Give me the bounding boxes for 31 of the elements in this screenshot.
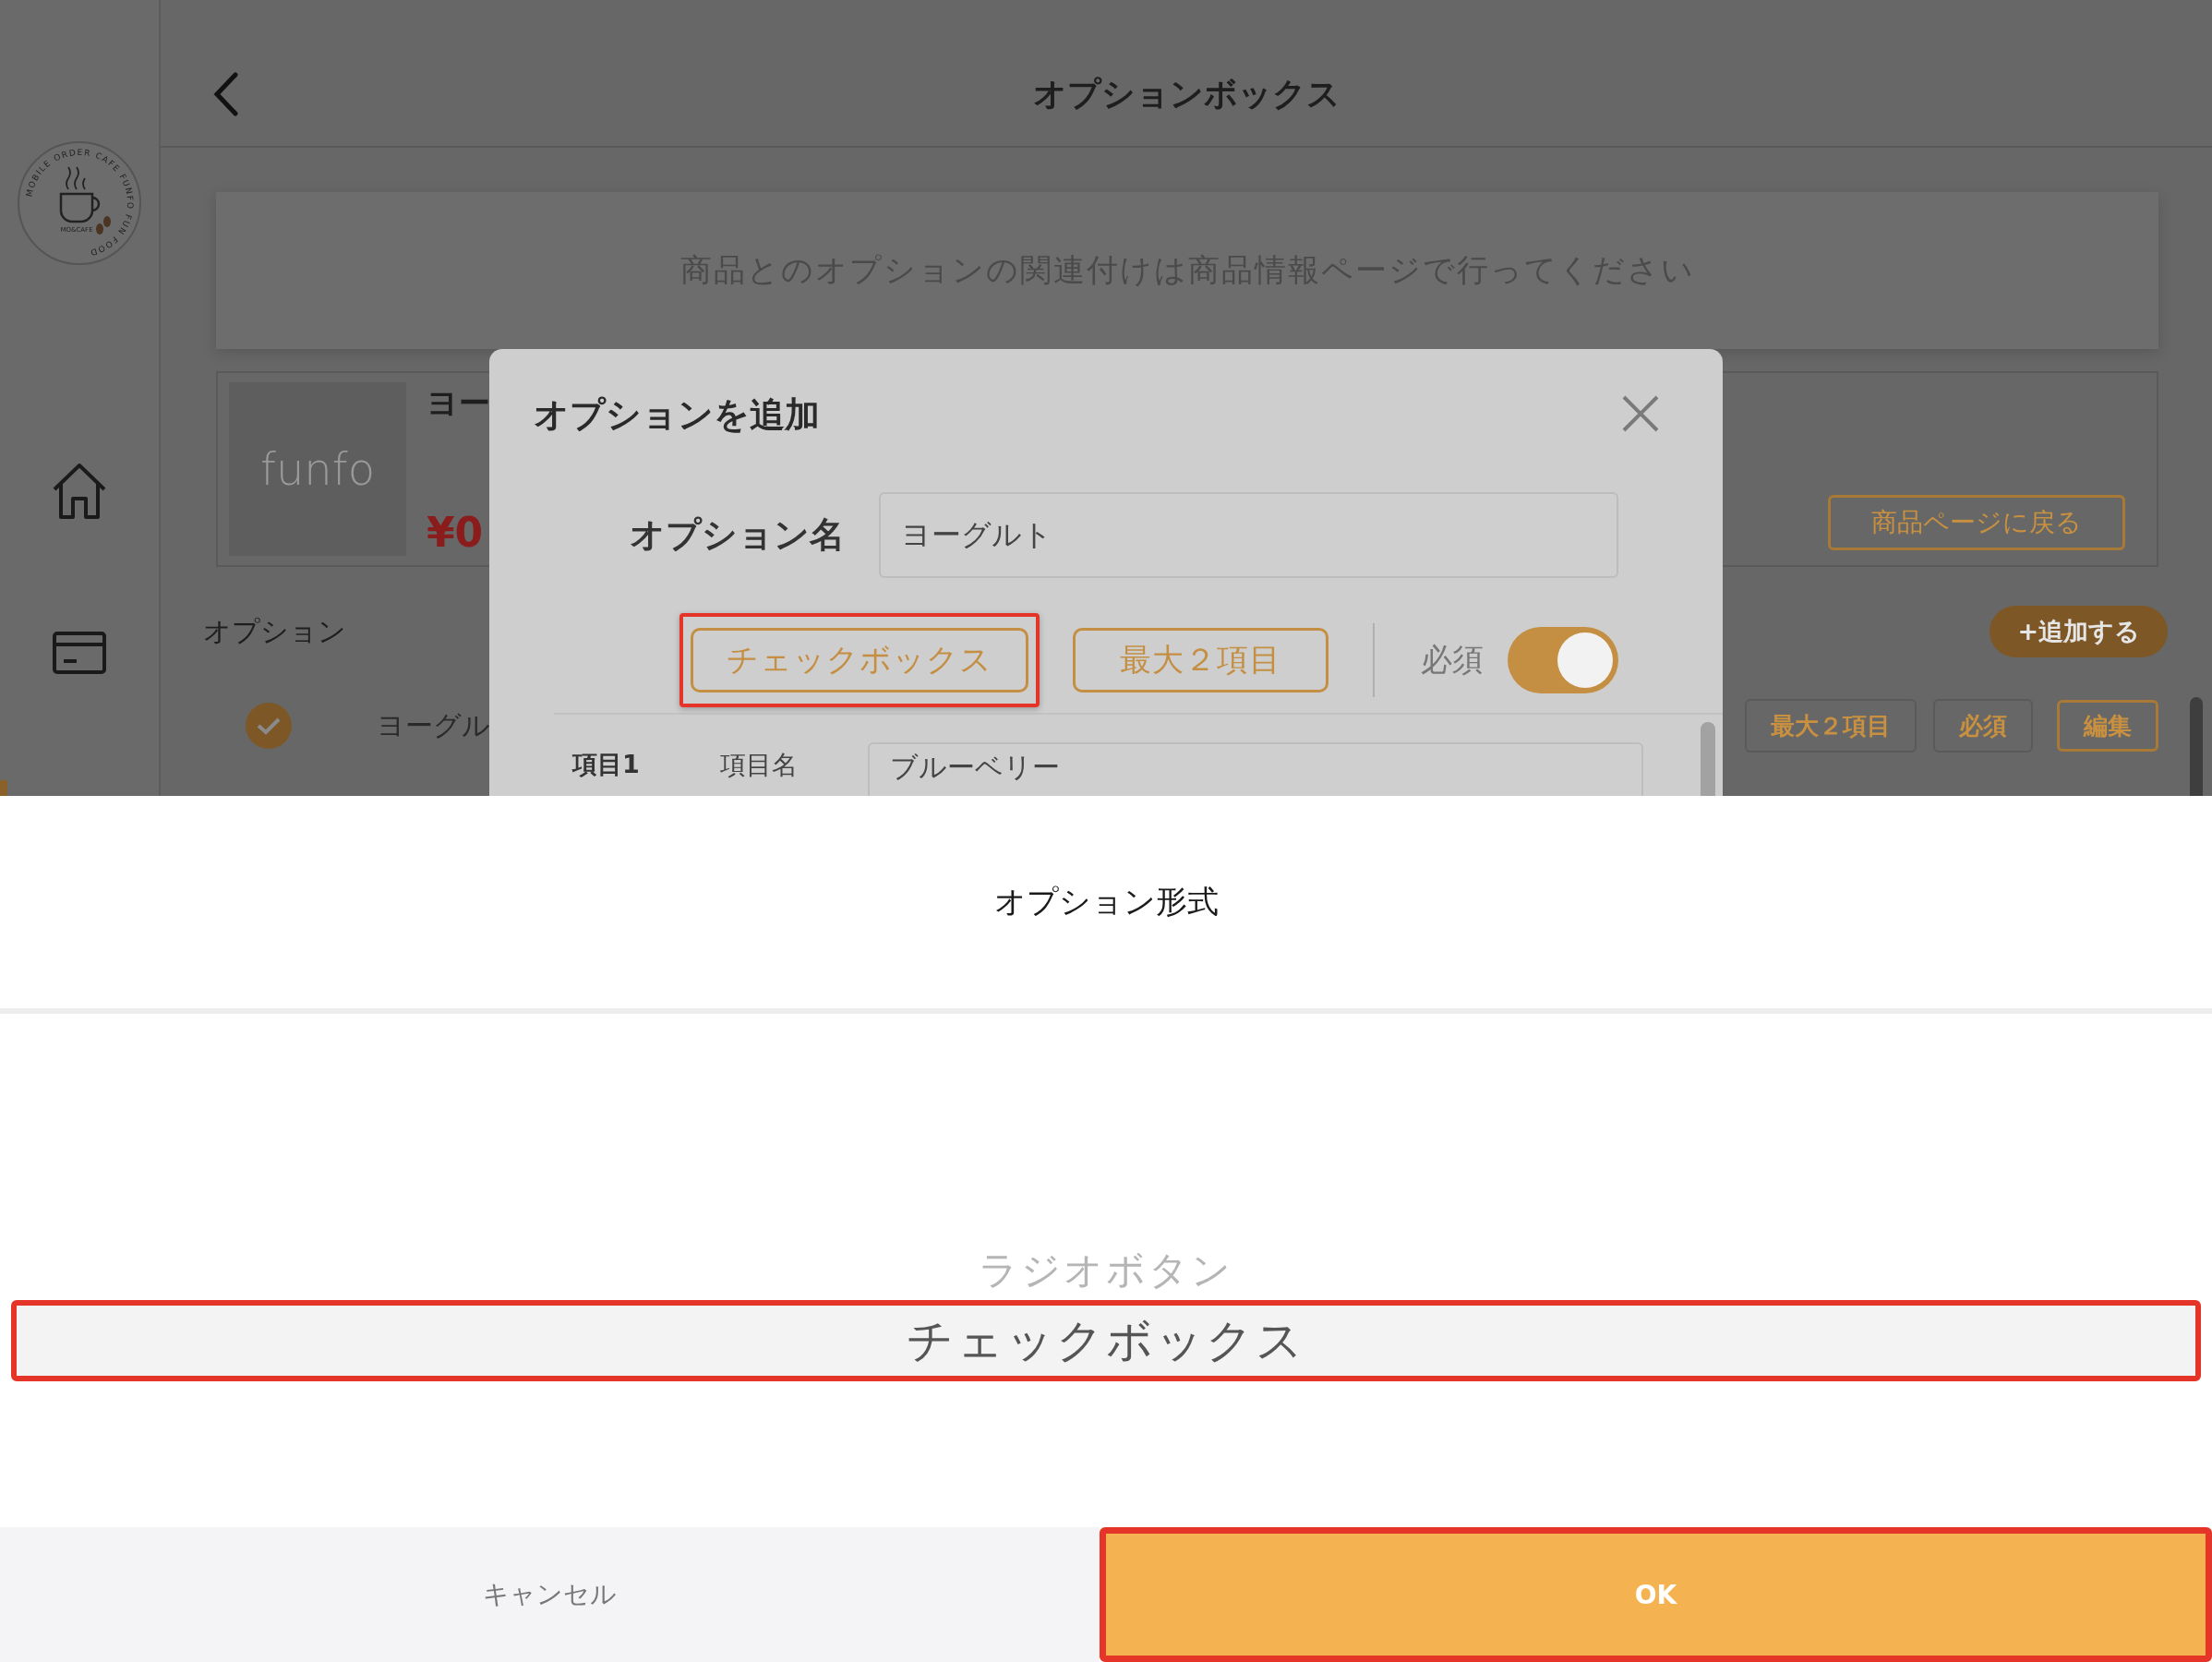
option-type-button[interactable]: チェックボックス (691, 628, 1028, 692)
tag: 最大２項目 (1745, 699, 1917, 753)
check-icon[interactable] (246, 703, 292, 749)
back-to-product-button[interactable]: 商品ページに戻る (1828, 495, 2125, 550)
max-items-button[interactable]: 最大２項目 (1073, 628, 1328, 692)
page-title: オプションボックス (1032, 73, 1340, 114)
add-button[interactable]: +追加する (1990, 606, 2168, 657)
image-logo-text: funfo (260, 443, 375, 495)
cancel-button[interactable]: キャンセル (0, 1527, 1100, 1662)
card-icon[interactable] (53, 632, 106, 674)
sheet-title: オプション形式 (993, 882, 1219, 921)
home-icon[interactable] (51, 462, 108, 521)
field-label: オプション名 (629, 513, 845, 557)
item-name-field[interactable]: ブルーベリー (868, 742, 1643, 796)
tag: 必須 (1933, 699, 2033, 753)
sidebar-indicator (0, 780, 7, 796)
section-label: オプション (203, 613, 346, 649)
ok-button[interactable]: OK (1100, 1527, 2212, 1662)
field-label: 項目名 (720, 750, 799, 781)
close-icon[interactable] (1621, 393, 1660, 433)
dialog-title: オプションを追加 (534, 393, 820, 437)
toggle-label: 必須 (1421, 640, 1484, 680)
item-label: 項目1 (572, 750, 641, 780)
picker-option[interactable]: チェックボックス (11, 1300, 2201, 1381)
option-name: ヨーグル (377, 707, 490, 743)
product-name: ヨー (427, 383, 490, 423)
back-icon[interactable] (211, 71, 239, 117)
product-price: ¥0 (427, 509, 485, 556)
option-name-field[interactable]: ヨーグルト (879, 492, 1618, 578)
edit-button[interactable]: 編集 (2057, 700, 2158, 752)
picker-option[interactable]: ラジオボタン (11, 1241, 2201, 1300)
